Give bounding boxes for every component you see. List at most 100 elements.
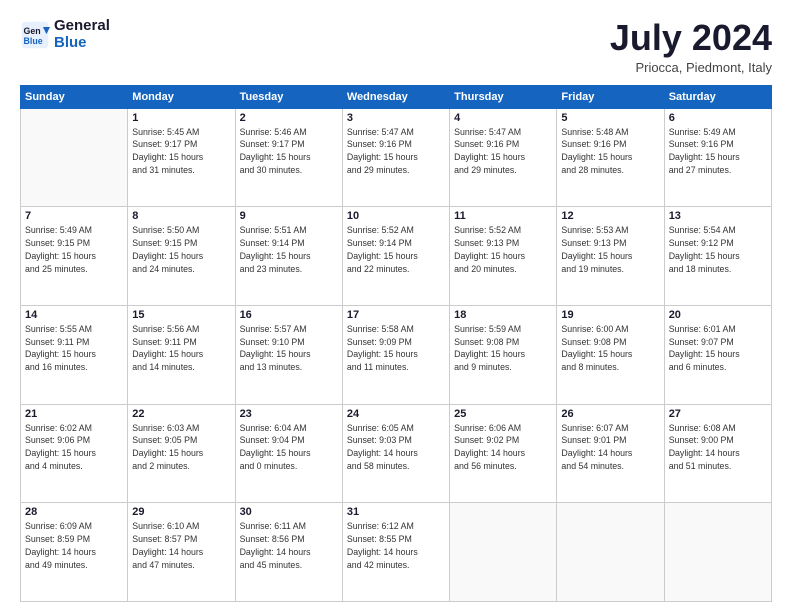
calendar-page: Gen Blue General Blue July 2024 Priocca,… — [0, 0, 792, 612]
day-number: 20 — [669, 309, 767, 321]
calendar-day-3: 3 Sunrise: 5:47 AM Sunset: 9:16 PM Daylig… — [342, 108, 449, 207]
calendar-day-30: 30 Sunrise: 6:11 AM Sunset: 8:56 PM Dayli… — [235, 503, 342, 602]
calendar-week-3: 14 Sunrise: 5:55 AM Sunset: 9:11 PM Dayli… — [21, 305, 772, 404]
calendar-day-13: 13 Sunrise: 5:54 AM Sunset: 9:12 PM Dayli… — [664, 207, 771, 306]
calendar-empty — [450, 503, 557, 602]
day-info: Sunrise: 6:10 AM Sunset: 8:57 PM Dayligh… — [132, 520, 230, 571]
day-info: Sunrise: 5:54 AM Sunset: 9:12 PM Dayligh… — [669, 224, 767, 275]
day-info: Sunrise: 5:58 AM Sunset: 9:09 PM Dayligh… — [347, 323, 445, 374]
calendar-header-row: SundayMondayTuesdayWednesdayThursdayFrid… — [21, 85, 772, 108]
day-info: Sunrise: 5:51 AM Sunset: 9:14 PM Dayligh… — [240, 224, 338, 275]
day-info: Sunrise: 6:01 AM Sunset: 9:07 PM Dayligh… — [669, 323, 767, 374]
col-header-thursday: Thursday — [450, 85, 557, 108]
logo-line1: General — [54, 17, 110, 34]
day-info: Sunrise: 5:49 AM Sunset: 9:15 PM Dayligh… — [25, 224, 123, 275]
svg-text:Blue: Blue — [24, 35, 43, 45]
day-number: 22 — [132, 408, 230, 420]
calendar-day-24: 24 Sunrise: 6:05 AM Sunset: 9:03 PM Dayli… — [342, 404, 449, 503]
calendar-day-11: 11Sunrise: 5:52 AM Sunset: 9:13 PM Dayli… — [450, 207, 557, 306]
day-number: 12 — [561, 210, 659, 222]
calendar-week-2: 7 Sunrise: 5:49 AM Sunset: 9:15 PM Daylig… — [21, 207, 772, 306]
logo-icon: Gen Blue — [20, 20, 50, 50]
day-number: 3 — [347, 112, 445, 124]
calendar-day-8: 8Sunrise: 5:50 AM Sunset: 9:15 PM Daylig… — [128, 207, 235, 306]
calendar-day-23: 23 Sunrise: 6:04 AM Sunset: 9:04 PM Dayli… — [235, 404, 342, 503]
calendar-week-4: 21 Sunrise: 6:02 AM Sunset: 9:06 PM Dayli… — [21, 404, 772, 503]
calendar-day-6: 6 Sunrise: 5:49 AM Sunset: 9:16 PM Daylig… — [664, 108, 771, 207]
month-year: July 2024 — [610, 18, 772, 58]
day-number: 18 — [454, 309, 552, 321]
day-number: 24 — [347, 408, 445, 420]
day-info: Sunrise: 6:07 AM Sunset: 9:01 PM Dayligh… — [561, 422, 659, 473]
calendar-day-10: 10Sunrise: 5:52 AM Sunset: 9:14 PM Dayli… — [342, 207, 449, 306]
day-number: 6 — [669, 112, 767, 124]
header: Gen Blue General Blue July 2024 Priocca,… — [20, 18, 772, 75]
day-info: Sunrise: 5:59 AM Sunset: 9:08 PM Dayligh… — [454, 323, 552, 374]
day-info: Sunrise: 6:09 AM Sunset: 8:59 PM Dayligh… — [25, 520, 123, 571]
day-number: 1 — [132, 112, 230, 124]
day-info: Sunrise: 5:56 AM Sunset: 9:11 PM Dayligh… — [132, 323, 230, 374]
calendar-day-22: 22Sunrise: 6:03 AM Sunset: 9:05 PM Dayli… — [128, 404, 235, 503]
calendar-day-9: 9 Sunrise: 5:51 AM Sunset: 9:14 PM Daylig… — [235, 207, 342, 306]
day-number: 15 — [132, 309, 230, 321]
logo-line2: Blue — [54, 34, 87, 51]
day-number: 2 — [240, 112, 338, 124]
calendar-day-25: 25 Sunrise: 6:06 AM Sunset: 9:02 PM Dayli… — [450, 404, 557, 503]
col-header-sunday: Sunday — [21, 85, 128, 108]
calendar-day-18: 18 Sunrise: 5:59 AM Sunset: 9:08 PM Dayli… — [450, 305, 557, 404]
day-info: Sunrise: 6:11 AM Sunset: 8:56 PM Dayligh… — [240, 520, 338, 571]
day-number: 7 — [25, 210, 123, 222]
col-header-friday: Friday — [557, 85, 664, 108]
day-number: 19 — [561, 309, 659, 321]
col-header-saturday: Saturday — [664, 85, 771, 108]
day-info: Sunrise: 6:06 AM Sunset: 9:02 PM Dayligh… — [454, 422, 552, 473]
calendar-day-19: 19 Sunrise: 6:00 AM Sunset: 9:08 PM Dayli… — [557, 305, 664, 404]
calendar-day-29: 29 Sunrise: 6:10 AM Sunset: 8:57 PM Dayli… — [128, 503, 235, 602]
day-number: 21 — [25, 408, 123, 420]
day-number: 30 — [240, 506, 338, 518]
calendar-week-1: 1Sunrise: 5:45 AM Sunset: 9:17 PM Daylig… — [21, 108, 772, 207]
logo-text: General Blue — [54, 18, 110, 51]
day-number: 13 — [669, 210, 767, 222]
day-number: 28 — [25, 506, 123, 518]
title-block: July 2024 Priocca, Piedmont, Italy — [610, 18, 772, 75]
day-number: 4 — [454, 112, 552, 124]
day-number: 25 — [454, 408, 552, 420]
calendar-day-31: 31Sunrise: 6:12 AM Sunset: 8:55 PM Dayli… — [342, 503, 449, 602]
day-number: 23 — [240, 408, 338, 420]
day-info: Sunrise: 5:49 AM Sunset: 9:16 PM Dayligh… — [669, 126, 767, 177]
day-info: Sunrise: 5:57 AM Sunset: 9:10 PM Dayligh… — [240, 323, 338, 374]
calendar-empty — [21, 108, 128, 207]
day-info: Sunrise: 5:55 AM Sunset: 9:11 PM Dayligh… — [25, 323, 123, 374]
calendar-day-2: 2 Sunrise: 5:46 AM Sunset: 9:17 PM Daylig… — [235, 108, 342, 207]
calendar-day-17: 17Sunrise: 5:58 AM Sunset: 9:09 PM Dayli… — [342, 305, 449, 404]
calendar-day-14: 14 Sunrise: 5:55 AM Sunset: 9:11 PM Dayli… — [21, 305, 128, 404]
day-number: 9 — [240, 210, 338, 222]
day-info: Sunrise: 6:05 AM Sunset: 9:03 PM Dayligh… — [347, 422, 445, 473]
col-header-tuesday: Tuesday — [235, 85, 342, 108]
day-info: Sunrise: 6:04 AM Sunset: 9:04 PM Dayligh… — [240, 422, 338, 473]
calendar-empty — [664, 503, 771, 602]
day-number: 29 — [132, 506, 230, 518]
calendar-empty — [557, 503, 664, 602]
day-info: Sunrise: 6:02 AM Sunset: 9:06 PM Dayligh… — [25, 422, 123, 473]
day-info: Sunrise: 6:00 AM Sunset: 9:08 PM Dayligh… — [561, 323, 659, 374]
day-info: Sunrise: 5:46 AM Sunset: 9:17 PM Dayligh… — [240, 126, 338, 177]
calendar-day-7: 7 Sunrise: 5:49 AM Sunset: 9:15 PM Daylig… — [21, 207, 128, 306]
day-info: Sunrise: 5:50 AM Sunset: 9:15 PM Dayligh… — [132, 224, 230, 275]
day-number: 16 — [240, 309, 338, 321]
calendar-day-28: 28 Sunrise: 6:09 AM Sunset: 8:59 PM Dayli… — [21, 503, 128, 602]
day-info: Sunrise: 5:48 AM Sunset: 9:16 PM Dayligh… — [561, 126, 659, 177]
day-number: 27 — [669, 408, 767, 420]
day-number: 11 — [454, 210, 552, 222]
day-info: Sunrise: 5:47 AM Sunset: 9:16 PM Dayligh… — [347, 126, 445, 177]
day-number: 14 — [25, 309, 123, 321]
col-header-monday: Monday — [128, 85, 235, 108]
calendar-day-15: 15 Sunrise: 5:56 AM Sunset: 9:11 PM Dayli… — [128, 305, 235, 404]
calendar-day-4: 4Sunrise: 5:47 AM Sunset: 9:16 PM Daylig… — [450, 108, 557, 207]
calendar-day-20: 20 Sunrise: 6:01 AM Sunset: 9:07 PM Dayli… — [664, 305, 771, 404]
day-info: Sunrise: 5:52 AM Sunset: 9:14 PM Dayligh… — [347, 224, 445, 275]
calendar-day-27: 27Sunrise: 6:08 AM Sunset: 9:00 PM Dayli… — [664, 404, 771, 503]
logo: Gen Blue General Blue — [20, 18, 110, 51]
calendar-table: SundayMondayTuesdayWednesdayThursdayFrid… — [20, 85, 772, 602]
